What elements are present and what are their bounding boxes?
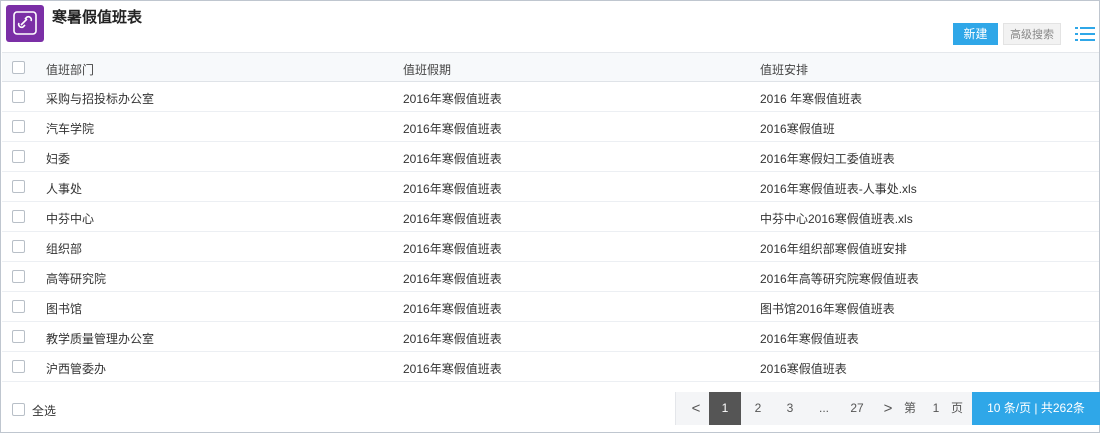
- cell-arrangement[interactable]: 2016年组织部寒假值班安排: [760, 240, 907, 257]
- table-row[interactable]: 沪西管委办 2016年寒假值班表 2016寒假值班表: [2, 352, 1099, 382]
- cell-holiday: 2016年寒假值班表: [403, 362, 502, 376]
- row-checkbox[interactable]: [12, 330, 25, 343]
- cell-arrangement[interactable]: 2016寒假值班表: [760, 360, 847, 377]
- page-ellipsis: ...: [818, 401, 829, 415]
- row-checkbox[interactable]: [12, 210, 25, 223]
- cell-holiday: 2016年寒假值班表: [403, 182, 502, 196]
- table-row[interactable]: 图书馆 2016年寒假值班表 图书馆2016年寒假值班表: [2, 292, 1099, 322]
- link-icon: [13, 11, 37, 35]
- row-checkbox[interactable]: [12, 150, 25, 163]
- prev-page-button[interactable]: <: [686, 392, 706, 425]
- header-checkbox[interactable]: [12, 61, 25, 74]
- app-window: 寒暑假值班表 新建 高级搜索 值班部门 值班假期 值班安排 采购与招投标办公室 2…: [0, 0, 1100, 433]
- cell-arrangement[interactable]: 图书馆2016年寒假值班表: [760, 300, 895, 317]
- cell-department: 中芬中心: [46, 212, 95, 226]
- cell-department: 组织部: [46, 242, 83, 256]
- goto-page-suffix: 页: [951, 401, 964, 415]
- cell-holiday: 2016年寒假值班表: [403, 122, 502, 136]
- goto-page-prefix: 第: [904, 401, 917, 415]
- table-row[interactable]: 高等研究院 2016年寒假值班表 2016年高等研究院寒假值班表: [2, 262, 1099, 292]
- cell-holiday: 2016年寒假值班表: [403, 302, 502, 316]
- cell-holiday: 2016年寒假值班表: [403, 92, 502, 106]
- cell-department: 汽车学院: [46, 122, 95, 136]
- cell-holiday: 2016年寒假值班表: [403, 272, 502, 286]
- column-header-department[interactable]: 值班部门: [46, 61, 94, 78]
- select-all-label[interactable]: 全选: [32, 402, 56, 419]
- cell-department: 教学质量管理办公室: [46, 332, 155, 346]
- goto-page-input[interactable]: 1: [926, 400, 946, 417]
- cell-department: 妇委: [46, 152, 71, 166]
- cell-arrangement[interactable]: 2016年寒假值班表-人事处.xls: [760, 180, 917, 197]
- row-checkbox[interactable]: [12, 270, 25, 283]
- cell-department: 人事处: [46, 182, 83, 196]
- cell-department: 沪西管委办: [46, 362, 107, 376]
- table-header-row: 值班部门 值班假期 值班安排: [2, 52, 1099, 82]
- cell-department: 图书馆: [46, 302, 83, 316]
- row-checkbox[interactable]: [12, 300, 25, 313]
- page-button-27[interactable]: 27: [842, 392, 872, 425]
- row-checkbox[interactable]: [12, 180, 25, 193]
- column-header-arrangement[interactable]: 值班安排: [760, 61, 808, 78]
- page-size-selector[interactable]: 10 条/页 | 共262条: [972, 392, 1100, 425]
- cell-arrangement[interactable]: 2016年高等研究院寒假值班表: [760, 270, 919, 287]
- cell-holiday: 2016年寒假值班表: [403, 242, 502, 256]
- page-button-1[interactable]: 1: [709, 392, 741, 425]
- cell-department: 高等研究院: [46, 272, 107, 286]
- page-title: 寒暑假值班表: [52, 9, 143, 26]
- table-row[interactable]: 采购与招投标办公室 2016年寒假值班表 2016 年寒假值班表: [2, 82, 1099, 112]
- app-logo: [6, 5, 44, 42]
- cell-arrangement[interactable]: 2016年寒假妇工委值班表: [760, 150, 895, 167]
- cell-arrangement[interactable]: 2016年寒假值班表: [760, 330, 859, 347]
- cell-department: 采购与招投标办公室: [46, 92, 155, 106]
- table-footer: 全选 < 1 2 3 ... 27 > 第 1 页 10 条/页 | 共262条: [2, 392, 1100, 425]
- next-page-button[interactable]: >: [878, 392, 898, 425]
- cell-holiday: 2016年寒假值班表: [403, 332, 502, 346]
- advanced-search-button[interactable]: 高级搜索: [1003, 23, 1061, 45]
- table-row[interactable]: 中芬中心 2016年寒假值班表 中芬中心2016寒假值班表.xls: [2, 202, 1099, 232]
- table-row[interactable]: 妇委 2016年寒假值班表 2016年寒假妇工委值班表: [2, 142, 1099, 172]
- cell-holiday: 2016年寒假值班表: [403, 212, 502, 226]
- cell-arrangement[interactable]: 2016寒假值班: [760, 120, 835, 137]
- pagination: < 1 2 3 ... 27 > 第 1 页 10 条/页 | 共262条: [675, 392, 1100, 425]
- list-menu-icon[interactable]: [1075, 26, 1095, 43]
- duty-table: 值班部门 值班假期 值班安排 采购与招投标办公室 2016年寒假值班表 2016 年…: [2, 52, 1099, 382]
- cell-arrangement[interactable]: 2016 年寒假值班表: [760, 90, 862, 107]
- column-header-holiday[interactable]: 值班假期: [403, 61, 451, 78]
- new-button[interactable]: 新建: [953, 23, 998, 45]
- table-row[interactable]: 组织部 2016年寒假值班表 2016年组织部寒假值班安排: [2, 232, 1099, 262]
- table-row[interactable]: 人事处 2016年寒假值班表 2016年寒假值班表-人事处.xls: [2, 172, 1099, 202]
- cell-arrangement[interactable]: 中芬中心2016寒假值班表.xls: [760, 210, 913, 227]
- row-checkbox[interactable]: [12, 360, 25, 373]
- select-all-checkbox[interactable]: [12, 403, 25, 416]
- page-button-3[interactable]: 3: [776, 392, 804, 425]
- cell-holiday: 2016年寒假值班表: [403, 152, 502, 166]
- table-body: 采购与招投标办公室 2016年寒假值班表 2016 年寒假值班表汽车学院 2016年寒…: [2, 82, 1099, 382]
- row-checkbox[interactable]: [12, 240, 25, 253]
- row-checkbox[interactable]: [12, 90, 25, 103]
- row-checkbox[interactable]: [12, 120, 25, 133]
- table-row[interactable]: 汽车学院 2016年寒假值班表 2016寒假值班: [2, 112, 1099, 142]
- table-row[interactable]: 教学质量管理办公室 2016年寒假值班表 2016年寒假值班表: [2, 322, 1099, 352]
- page-button-2[interactable]: 2: [744, 392, 772, 425]
